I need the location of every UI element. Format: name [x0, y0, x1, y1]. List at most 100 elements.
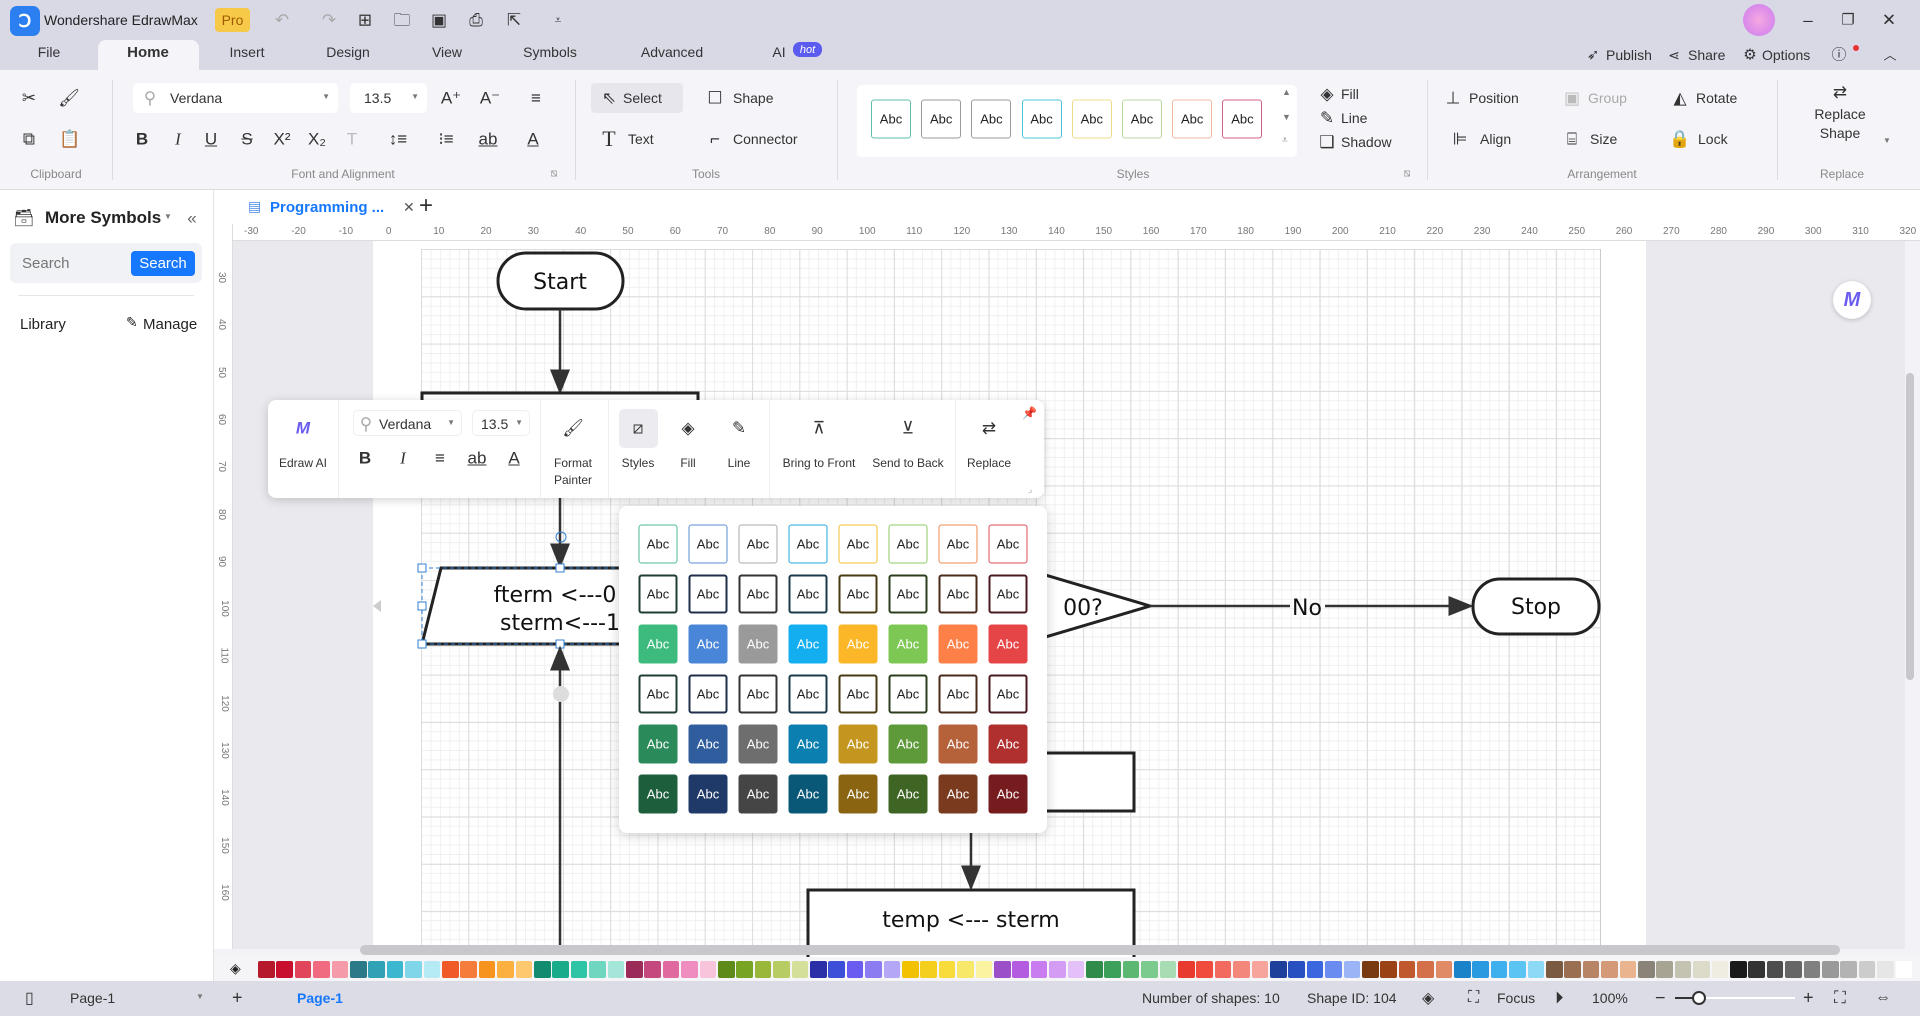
horizontal-scrollbar[interactable]: [360, 945, 1840, 955]
color-swatch[interactable]: [1472, 961, 1489, 978]
symbol-search-input[interactable]: [10, 243, 130, 283]
color-swatch[interactable]: [1012, 961, 1029, 978]
color-swatch[interactable]: [276, 961, 293, 978]
line-button[interactable]: Line: [1341, 110, 1367, 126]
color-swatch[interactable]: [386, 961, 404, 978]
color-swatch[interactable]: [1619, 961, 1637, 978]
color-swatch[interactable]: [497, 961, 514, 978]
style-option[interactable]: Abc: [738, 724, 778, 764]
color-swatch[interactable]: [405, 961, 422, 978]
style-option[interactable]: Abc: [938, 624, 978, 664]
underline-icon[interactable]: U: [205, 131, 217, 148]
subscript-icon[interactable]: X₂: [308, 131, 326, 148]
tab-view[interactable]: View: [432, 44, 462, 70]
color-swatch[interactable]: [1343, 961, 1361, 978]
restore-icon[interactable]: ❐: [1841, 13, 1854, 28]
shape-icon[interactable]: ☐: [707, 90, 722, 107]
undo-icon[interactable]: ↶: [275, 12, 289, 29]
pin-icon[interactable]: 📌: [1022, 406, 1037, 420]
edraw-ai-floating-icon[interactable]: M: [1833, 281, 1871, 319]
color-swatch[interactable]: [1895, 961, 1913, 978]
italic-icon[interactable]: I: [400, 450, 406, 467]
color-swatch[interactable]: [1288, 961, 1305, 978]
color-swatch[interactable]: [1104, 961, 1121, 978]
color-swatch[interactable]: [1159, 961, 1177, 978]
line-spacing-icon[interactable]: ↕≡: [389, 131, 407, 148]
color-swatch[interactable]: [1196, 961, 1213, 978]
style-option[interactable]: Abc: [988, 774, 1028, 814]
color-swatch[interactable]: [1141, 961, 1158, 978]
style-option[interactable]: Abc: [988, 724, 1028, 764]
tab-symbols[interactable]: Symbols: [523, 44, 577, 70]
color-swatch[interactable]: [1601, 961, 1618, 978]
style-preset[interactable]: Abc: [1021, 99, 1062, 139]
style-option[interactable]: Abc: [788, 524, 828, 564]
color-swatch[interactable]: [1398, 961, 1416, 978]
color-swatch[interactable]: [442, 961, 459, 978]
bring-to-front-button[interactable]: ⊼ Bring to Front: [779, 400, 859, 498]
style-option[interactable]: Abc: [688, 674, 728, 714]
color-swatch[interactable]: [1214, 961, 1232, 978]
share-button[interactable]: Share: [1688, 47, 1725, 63]
font-color-icon[interactable]: A: [527, 131, 538, 148]
color-swatch[interactable]: [828, 961, 845, 978]
color-swatch[interactable]: [791, 961, 809, 978]
color-swatch[interactable]: [1306, 961, 1324, 978]
style-option[interactable]: Abc: [638, 624, 678, 664]
tab-insert[interactable]: Insert: [229, 44, 264, 70]
style-option[interactable]: Abc: [838, 624, 878, 664]
color-swatch[interactable]: [1251, 961, 1269, 978]
zoom-slider-track[interactable]: [1675, 991, 1795, 1005]
color-swatch[interactable]: [1509, 961, 1526, 978]
color-swatch[interactable]: [810, 961, 827, 978]
close-icon[interactable]: ✕: [1882, 12, 1896, 29]
fit-page-icon[interactable]: ⇔: [1875, 989, 1891, 1007]
color-swatch[interactable]: [1564, 961, 1581, 978]
color-swatch[interactable]: [1325, 961, 1342, 978]
increase-font-icon[interactable]: A⁺: [441, 90, 461, 107]
line-button[interactable]: ✎ Line: [717, 400, 761, 498]
cut-icon[interactable]: ✂: [22, 90, 36, 107]
add-page-icon[interactable]: +: [232, 988, 243, 1009]
select-tool-button[interactable]: ⇖ Select: [591, 83, 683, 113]
color-swatch[interactable]: [1711, 961, 1729, 978]
color-swatch[interactable]: [294, 961, 312, 978]
float-size-select[interactable]: 13.5 ▼: [472, 410, 530, 436]
page-tab-active[interactable]: Page-1: [297, 990, 343, 1006]
color-swatch[interactable]: [681, 961, 698, 978]
position-button[interactable]: Position: [1469, 90, 1519, 106]
zoom-in-icon[interactable]: +: [1803, 988, 1814, 1009]
copy-icon[interactable]: ⧉: [23, 131, 35, 148]
open-icon[interactable]: 🗀: [394, 12, 411, 29]
tab-ai[interactable]: AI: [772, 44, 785, 70]
font-color-icon[interactable]: A: [508, 450, 519, 467]
paste-icon[interactable]: 📋: [59, 131, 80, 148]
color-swatch[interactable]: [1693, 961, 1710, 978]
zoom-slider-knob[interactable]: [1692, 991, 1706, 1005]
color-swatch[interactable]: [552, 961, 569, 978]
strikethrough-icon[interactable]: S: [241, 131, 252, 148]
focus-button[interactable]: Focus: [1497, 990, 1535, 1006]
style-option[interactable]: Abc: [688, 774, 728, 814]
page-panel-icon[interactable]: ▯: [25, 988, 34, 1008]
color-swatch[interactable]: [350, 961, 367, 978]
style-preset[interactable]: Abc: [1071, 99, 1112, 139]
style-option[interactable]: Abc: [838, 774, 878, 814]
fill-button[interactable]: ◈ Fill: [666, 400, 710, 498]
color-swatch[interactable]: [1766, 961, 1784, 978]
style-option[interactable]: Abc: [888, 774, 928, 814]
replace-shape-button[interactable]: ⇄ Replace Shape: [1808, 80, 1874, 152]
color-swatch[interactable]: [1362, 961, 1379, 978]
expand-gallery-icon[interactable]: ⩡: [1282, 135, 1288, 146]
export-icon[interactable]: ⇱: [507, 12, 521, 29]
style-option[interactable]: Abc: [988, 674, 1028, 714]
bold-icon[interactable]: B: [359, 450, 371, 467]
tab-advanced[interactable]: Advanced: [641, 44, 703, 70]
style-option[interactable]: Abc: [888, 624, 928, 664]
shadow-button[interactable]: Shadow: [1341, 134, 1392, 150]
color-swatch[interactable]: [902, 961, 919, 978]
color-swatch[interactable]: [1730, 961, 1747, 978]
style-preset[interactable]: Abc: [1222, 99, 1263, 139]
edraw-ai-button[interactable]: M Edraw AI: [273, 400, 333, 498]
color-swatch[interactable]: [1674, 961, 1692, 978]
